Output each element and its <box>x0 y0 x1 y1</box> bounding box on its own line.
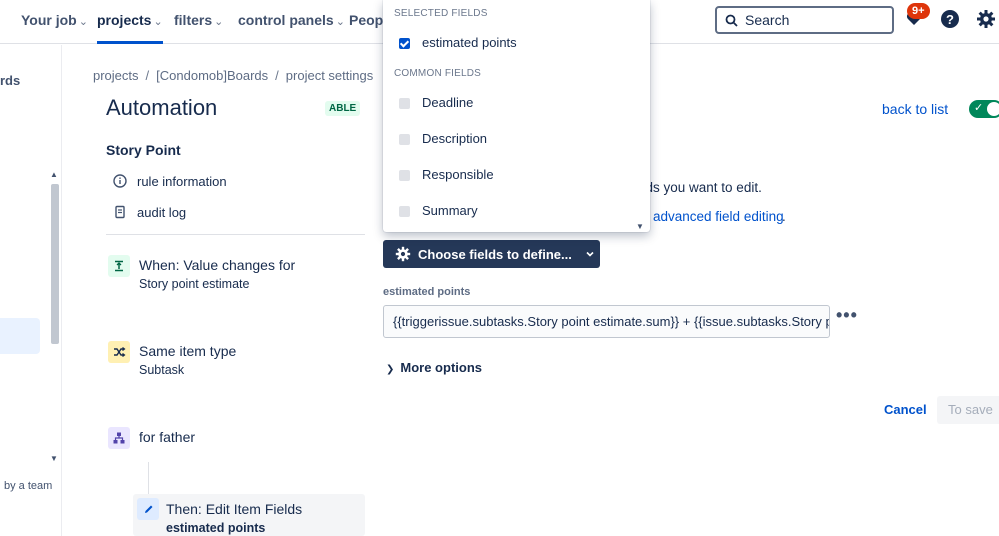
edit-fields-description: elds you want to edit. <box>635 180 762 195</box>
document-icon <box>115 205 125 219</box>
rule-enabled-toggle[interactable]: ✓ <box>969 100 999 118</box>
rule-name: Story Point <box>106 142 181 158</box>
gear-icon <box>395 246 411 262</box>
option-label: Description <box>422 131 488 146</box>
condition-title: Same item type <box>139 343 237 359</box>
nav-control-panels-label: control panels <box>238 12 334 28</box>
breadcrumb-project-settings[interactable]: project settings <box>286 68 373 83</box>
breadcrumb-projects[interactable]: projects <box>93 68 139 83</box>
shuffle-icon <box>108 341 130 363</box>
help-icon: ? <box>941 10 959 28</box>
nav-your-job[interactable]: Your job ⌄ <box>21 0 88 44</box>
gear-icon <box>977 10 995 28</box>
chevron-right-icon: ❯ <box>386 364 395 375</box>
dropdown-option-summary[interactable]: Summary <box>383 197 638 227</box>
nav-projects-label: projects <box>97 12 152 28</box>
rule-information-label: rule information <box>137 173 227 189</box>
trigger-subtitle: Story point estimate <box>139 277 250 291</box>
more-options-toggle[interactable]: ❯ More options <box>386 360 482 375</box>
breadcrumb-boards[interactable]: [Condomob]Boards <box>156 68 268 83</box>
fields-dropdown: SELECTED FIELDS estimated points COMMON … <box>383 0 650 232</box>
advanced-field-editing-link[interactable]: advanced field editing <box>653 209 784 224</box>
action-step[interactable]: Then: Edit Item Fields estimated points <box>133 494 365 536</box>
status-lozenge: ABLE <box>325 101 361 116</box>
dropdown-scroll-down-icon[interactable]: ▼ <box>636 222 644 231</box>
chevron-down-icon <box>586 251 594 257</box>
branch-title: for father <box>139 429 196 445</box>
audit-log-label: audit log <box>137 204 187 220</box>
toggle-knob <box>987 102 999 116</box>
search-input[interactable]: Search <box>715 6 894 34</box>
scroll-up-icon[interactable]: ▲ <box>50 170 58 179</box>
search-icon <box>725 14 738 27</box>
chevron-down-icon: ⌄ <box>78 16 88 28</box>
dropdown-option-description[interactable]: Description <box>383 125 638 155</box>
dropdown-option-deadline[interactable]: Deadline <box>383 89 638 119</box>
save-button[interactable]: To save <box>937 396 999 424</box>
trigger-title: When: Value changes for <box>139 257 296 273</box>
choose-fields-label: Choose fields to define... <box>418 246 572 262</box>
sidebar-footer-text: by a team <box>4 480 53 492</box>
trigger-icon <box>108 255 130 277</box>
scrollbar-thumb[interactable] <box>51 184 59 344</box>
option-label: Responsible <box>422 167 494 182</box>
help-button[interactable]: ? <box>939 8 961 30</box>
more-actions-icon[interactable]: ••• <box>836 305 858 326</box>
breadcrumb: projects / [Condomob]Boards / project settin… <box>93 68 373 83</box>
condition-subtitle: Subtask <box>139 363 185 377</box>
sidebar-boards-label[interactable]: rds <box>0 73 20 88</box>
dropdown-option-estimated-points[interactable]: estimated points <box>383 29 638 59</box>
more-options-label: More options <box>400 360 482 375</box>
nav-control-panels[interactable]: control panels ⌄ <box>238 0 345 44</box>
hierarchy-icon <box>108 427 130 449</box>
page-title: Automation <box>106 95 218 120</box>
pencil-icon <box>137 498 159 520</box>
project-sidebar: rds ▲ ▼ by a team <box>0 45 62 536</box>
chevron-down-icon: ⌄ <box>214 16 224 28</box>
notifications-badge: 9+ <box>907 3 930 19</box>
action-subtitle: estimated points <box>166 521 266 535</box>
dropdown-option-responsible[interactable]: Responsible <box>383 161 638 191</box>
nav-projects[interactable]: projects ⌄ <box>97 0 163 44</box>
sidebar-divider <box>106 234 365 235</box>
estimated-points-input[interactable]: {{triggerissue.subtasks.Story point esti… <box>383 305 830 338</box>
checkbox-checked-icon[interactable] <box>399 38 410 49</box>
info-icon <box>113 174 127 188</box>
option-label: Summary <box>422 203 478 218</box>
breadcrumb-separator: / <box>145 68 150 83</box>
choose-fields-button[interactable]: Choose fields to define... <box>383 240 600 268</box>
chevron-down-icon: ⌄ <box>153 16 163 28</box>
option-label: estimated points <box>422 35 517 50</box>
check-icon: ✓ <box>974 102 984 114</box>
chevron-down-icon: ⌄ <box>335 16 345 28</box>
cancel-button[interactable]: Cancel <box>880 396 931 424</box>
nav-filters-label: filters <box>174 12 213 28</box>
action-title: Then: Edit Item Fields <box>166 501 303 517</box>
advanced-link-suffix: . <box>782 209 786 224</box>
settings-button[interactable] <box>975 8 997 30</box>
selected-fields-header: SELECTED FIELDS <box>394 8 488 19</box>
nav-people[interactable]: Peopl <box>349 0 387 44</box>
nav-filters[interactable]: filters ⌄ <box>174 0 223 44</box>
checkbox-icon[interactable] <box>399 98 410 109</box>
sidebar-selected-item[interactable] <box>0 318 40 354</box>
common-fields-header: COMMON FIELDS <box>394 68 482 79</box>
scroll-down-icon[interactable]: ▼ <box>50 454 58 463</box>
nav-people-label: Peopl <box>349 12 388 28</box>
svg-text:?: ? <box>946 12 954 27</box>
checkbox-icon[interactable] <box>399 134 410 145</box>
audit-log-link[interactable]: audit log <box>113 202 186 222</box>
search-placeholder: Search <box>745 12 790 28</box>
nav-your-job-label: Your job <box>21 12 77 28</box>
rule-information-link[interactable]: rule information <box>113 171 227 191</box>
field-label: estimated points <box>383 286 471 298</box>
checkbox-icon[interactable] <box>399 170 410 181</box>
breadcrumb-separator: / <box>275 68 279 83</box>
option-label: Deadline <box>422 95 474 110</box>
checkbox-icon[interactable] <box>399 206 410 217</box>
sidebar-scrollbar[interactable]: ▲ ▼ <box>49 170 61 465</box>
back-to-list-link[interactable]: back to list <box>882 101 948 117</box>
